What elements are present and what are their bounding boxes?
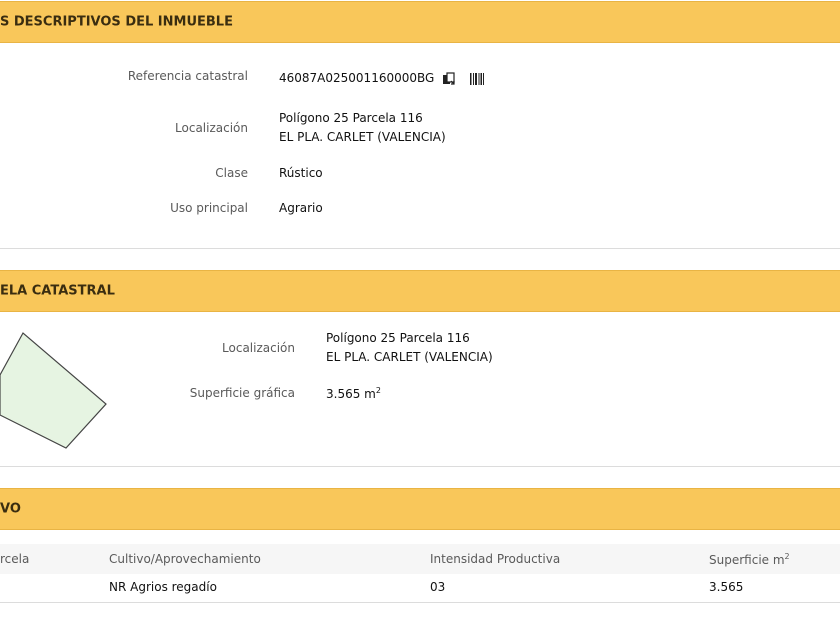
th-superficie-label: Superficie m bbox=[709, 553, 785, 567]
localizacion-line2: EL PLA. CARLET (VALENCIA) bbox=[279, 130, 446, 144]
parcela-localizacion-line2: EL PLA. CARLET (VALENCIA) bbox=[326, 350, 493, 364]
section-title: ELA CATASTRAL bbox=[0, 283, 115, 299]
parcel-shape bbox=[0, 332, 107, 449]
referencia-label: Referencia catastral bbox=[127, 69, 248, 83]
section-title: VO bbox=[0, 501, 21, 517]
th-cultivo: Cultivo/Aprovechamiento bbox=[109, 552, 261, 566]
superficie-number: 3.565 m bbox=[326, 387, 376, 401]
parcela-localizacion-line1: Polígono 25 Parcela 116 bbox=[326, 331, 470, 345]
section-header-descriptivos: S DESCRIPTIVOS DEL INMUEBLE bbox=[0, 1, 840, 43]
td-superficie: 3.565 bbox=[709, 580, 744, 594]
th-subparcela: rcela bbox=[0, 552, 30, 566]
section-title: S DESCRIPTIVOS DEL INMUEBLE bbox=[0, 14, 233, 30]
clase-value: Rústico bbox=[279, 166, 323, 180]
th-intensidad: Intensidad Productiva bbox=[430, 552, 561, 566]
section-header-parcela: ELA CATASTRAL bbox=[0, 270, 840, 312]
referencia-value[interactable]: 46087A025001160000BG bbox=[279, 71, 434, 85]
section-header-cultivo: VO bbox=[0, 488, 840, 530]
parcel-map[interactable] bbox=[0, 320, 120, 455]
divider bbox=[0, 466, 840, 467]
uso-value: Agrario bbox=[279, 201, 323, 215]
td-intensidad: 03 bbox=[430, 580, 446, 594]
divider bbox=[0, 602, 840, 603]
parcela-localizacion-label: Localización bbox=[222, 341, 295, 355]
uso-label: Uso principal bbox=[170, 201, 248, 215]
superficie-unit-sup: 2 bbox=[375, 386, 381, 395]
copy-icon[interactable] bbox=[442, 71, 456, 90]
th-superficie-sup: 2 bbox=[784, 552, 790, 561]
superficie-label: Superficie gráfica bbox=[189, 386, 295, 400]
localizacion-label: Localización bbox=[175, 121, 248, 135]
divider bbox=[0, 248, 840, 249]
clase-label: Clase bbox=[215, 166, 248, 180]
superficie-value: 3.565 m2 bbox=[326, 386, 381, 401]
th-superficie: Superficie m2 bbox=[709, 552, 790, 567]
barcode-icon[interactable] bbox=[470, 70, 484, 89]
localizacion-line1: Polígono 25 Parcela 116 bbox=[279, 111, 423, 125]
td-cultivo: NR Agrios regadío bbox=[109, 580, 217, 594]
